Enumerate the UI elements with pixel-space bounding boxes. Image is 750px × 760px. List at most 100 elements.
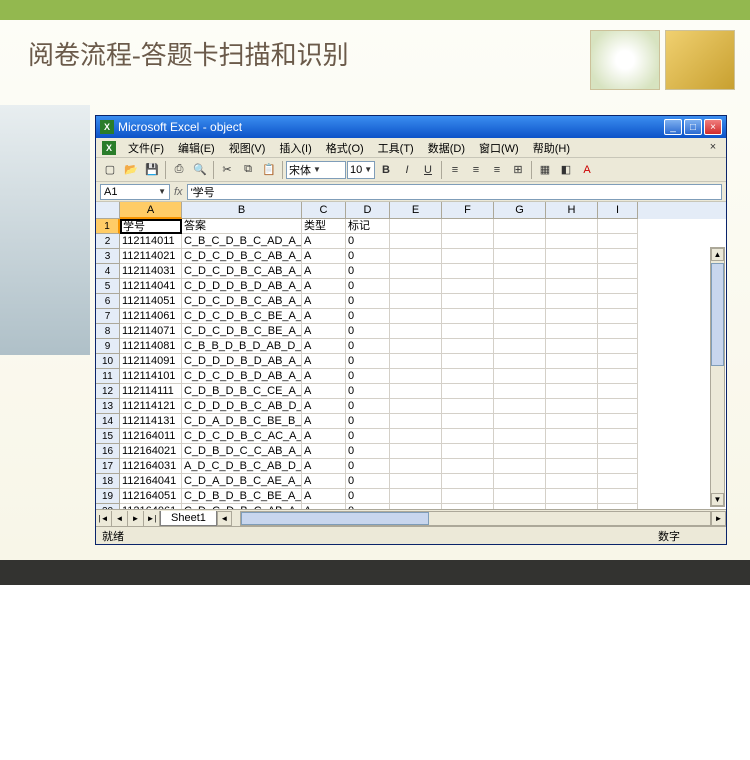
cell[interactable]: [442, 384, 494, 399]
font-name-select[interactable]: 宋体▼: [286, 161, 346, 179]
cell[interactable]: [442, 234, 494, 249]
row-header[interactable]: 14: [96, 414, 120, 429]
cell[interactable]: [546, 414, 598, 429]
cell[interactable]: [598, 294, 638, 309]
cell[interactable]: 0: [346, 399, 390, 414]
borders-icon[interactable]: ▦: [535, 160, 555, 180]
paste-icon[interactable]: 📋: [259, 160, 279, 180]
cell[interactable]: [598, 459, 638, 474]
row-header[interactable]: 9: [96, 339, 120, 354]
cell[interactable]: 0: [346, 249, 390, 264]
cell[interactable]: 0: [346, 369, 390, 384]
fill-color-icon[interactable]: ◧: [556, 160, 576, 180]
cell[interactable]: A: [302, 444, 346, 459]
menu-help[interactable]: 帮助(H): [527, 139, 576, 157]
cell[interactable]: 学号: [120, 219, 182, 234]
cell[interactable]: 0: [346, 414, 390, 429]
copy-icon[interactable]: ⧉: [238, 160, 258, 180]
cell[interactable]: [546, 264, 598, 279]
merge-icon[interactable]: ⊞: [508, 160, 528, 180]
cell[interactable]: C_D_A_D_B_C_AE_A_B_B: [182, 474, 302, 489]
cell[interactable]: 112114041: [120, 279, 182, 294]
cell[interactable]: [546, 384, 598, 399]
row-header[interactable]: 7: [96, 309, 120, 324]
cell[interactable]: A_D_C_D_B_C_AB_D_D_B: [182, 459, 302, 474]
cell[interactable]: 0: [346, 444, 390, 459]
cell[interactable]: [442, 444, 494, 459]
menu-window[interactable]: 窗口(W): [473, 139, 525, 157]
cell[interactable]: [442, 414, 494, 429]
col-header-D[interactable]: D: [346, 202, 390, 219]
cell[interactable]: [598, 339, 638, 354]
row-header[interactable]: 8: [96, 324, 120, 339]
cell[interactable]: [390, 309, 442, 324]
cell[interactable]: [442, 399, 494, 414]
italic-button[interactable]: I: [397, 160, 417, 180]
cell[interactable]: A: [302, 339, 346, 354]
hscroll-left-button[interactable]: ◄: [217, 511, 232, 526]
cell[interactable]: [494, 459, 546, 474]
mdi-close-button[interactable]: ×: [706, 141, 720, 155]
cell[interactable]: [546, 429, 598, 444]
sheet-tab[interactable]: Sheet1: [160, 511, 217, 526]
cell[interactable]: [546, 369, 598, 384]
cell[interactable]: A: [302, 234, 346, 249]
close-button[interactable]: ×: [704, 119, 722, 135]
row-header[interactable]: 1: [96, 219, 120, 234]
cell[interactable]: 112164021: [120, 444, 182, 459]
cell[interactable]: [546, 399, 598, 414]
cell[interactable]: C_D_C_D_B_C_AB_A_D_B: [182, 294, 302, 309]
cell[interactable]: [494, 444, 546, 459]
cell[interactable]: [494, 474, 546, 489]
cell[interactable]: [598, 429, 638, 444]
cell[interactable]: C_D_C_D_B_D_AB_A_D_B: [182, 369, 302, 384]
row-header[interactable]: 6: [96, 294, 120, 309]
cell[interactable]: 112114111: [120, 384, 182, 399]
cell[interactable]: 112164041: [120, 474, 182, 489]
cell[interactable]: [494, 369, 546, 384]
cell[interactable]: [494, 339, 546, 354]
cell[interactable]: [442, 459, 494, 474]
align-center-icon[interactable]: ≡: [466, 160, 486, 180]
cell[interactable]: [494, 294, 546, 309]
col-header-C[interactable]: C: [302, 202, 346, 219]
cell[interactable]: [390, 219, 442, 234]
cell[interactable]: 0: [346, 429, 390, 444]
cell[interactable]: A: [302, 354, 346, 369]
cell[interactable]: [442, 264, 494, 279]
cell[interactable]: [546, 444, 598, 459]
cell[interactable]: 0: [346, 279, 390, 294]
cell[interactable]: C_B_B_D_B_D_AB_D_D_B: [182, 339, 302, 354]
cell[interactable]: 112164011: [120, 429, 182, 444]
cell[interactable]: [390, 489, 442, 504]
cell[interactable]: [442, 294, 494, 309]
cell[interactable]: [494, 429, 546, 444]
cell[interactable]: C_D_C_D_B_C_AB_A_D_D: [182, 249, 302, 264]
cell[interactable]: [546, 459, 598, 474]
cell[interactable]: [390, 294, 442, 309]
cell[interactable]: [390, 264, 442, 279]
cell[interactable]: 0: [346, 294, 390, 309]
cell[interactable]: 112114131: [120, 414, 182, 429]
cell[interactable]: 0: [346, 384, 390, 399]
tab-first-button[interactable]: |◄: [96, 511, 112, 526]
row-header[interactable]: 13: [96, 399, 120, 414]
scroll-up-button[interactable]: ▲: [711, 248, 724, 261]
align-left-icon[interactable]: ≡: [445, 160, 465, 180]
cell[interactable]: 112114021: [120, 249, 182, 264]
cell[interactable]: A: [302, 324, 346, 339]
cell[interactable]: [494, 324, 546, 339]
cell[interactable]: C_D_D_D_B_D_AB_A_D_B: [182, 279, 302, 294]
menu-view[interactable]: 视图(V): [223, 139, 272, 157]
cell[interactable]: [598, 279, 638, 294]
cell[interactable]: [546, 354, 598, 369]
cell[interactable]: C_D_B_D_B_C_CE_A_D_B: [182, 384, 302, 399]
save-icon[interactable]: 💾: [142, 160, 162, 180]
cell[interactable]: [546, 324, 598, 339]
cell[interactable]: 112114011: [120, 234, 182, 249]
cell[interactable]: A: [302, 264, 346, 279]
cell[interactable]: [494, 414, 546, 429]
cell[interactable]: 112114091: [120, 354, 182, 369]
cell[interactable]: [546, 219, 598, 234]
open-icon[interactable]: 📂: [121, 160, 141, 180]
